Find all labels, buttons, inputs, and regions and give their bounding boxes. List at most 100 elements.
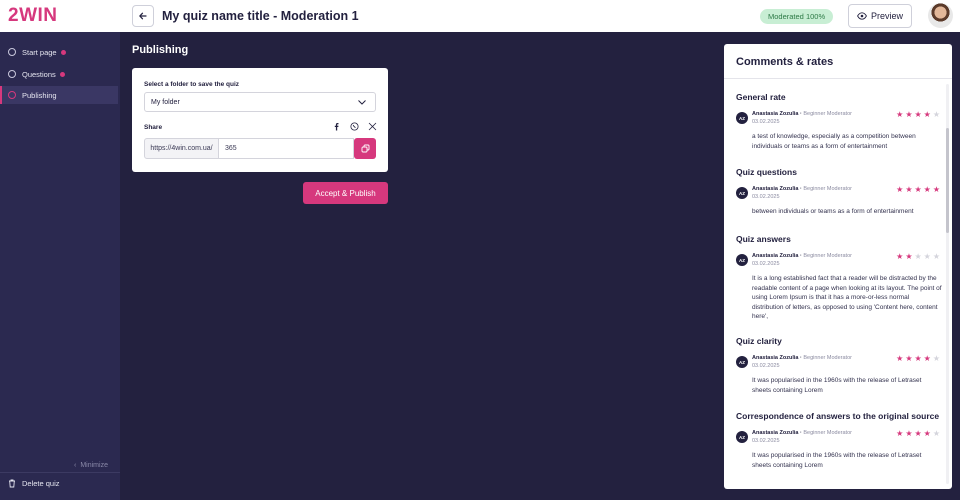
comment-section: Quiz clarity AZ Anastasia Zozulia · Begi… [736,335,942,395]
comment-date: 03.02.2025 [752,119,780,125]
comment-text: It is a long established fact that a rea… [752,275,942,320]
preview-label: Preview [870,11,903,21]
comment-meta: AZ Anastasia Zozulia · Beginner Moderato… [736,355,942,373]
star-empty-icon: ★ [932,252,940,261]
star-filled-icon: ★ [905,354,913,363]
comments-panel: Comments & rates General rate AZ Anastas… [724,44,952,489]
commenter-name: Anastasia Zozulia [752,430,799,436]
star-filled-icon: ★ [914,110,922,119]
publishing-icon [8,91,16,99]
start-page-icon [8,48,16,56]
star-filled-icon: ★ [914,429,922,438]
star-filled-icon: ★ [914,354,922,363]
eye-icon [857,12,867,20]
star-filled-icon: ★ [896,252,904,261]
delete-quiz-button[interactable]: Delete quiz [8,479,60,488]
comment-text: between individuals or teams as a form o… [752,208,914,215]
section-title: Correspondence of answers to the origina… [736,411,940,421]
commenter-role: Beginner Moderator [803,355,852,361]
arrow-left-icon [139,12,147,20]
notification-dot [60,49,66,55]
sidebar-item-label: Start page [22,47,57,57]
preview-button[interactable]: Preview [848,4,912,28]
commenter-role: Beginner Moderator [803,430,852,436]
star-filled-icon: ★ [905,429,913,438]
commenter-name-line: Anastasia Zozulia · Beginner Moderator [752,430,852,436]
star-filled-icon: ★ [905,185,913,194]
section-title: Quiz clarity [736,336,782,346]
copy-link-button[interactable] [354,138,376,159]
sidebar-item-questions[interactable]: Questions [0,65,118,83]
sidebar-item-label: Questions [22,69,56,79]
questions-icon [8,70,16,78]
brand-logo[interactable]: 2WIN [8,5,58,27]
star-empty-icon: ★ [932,110,940,119]
comment-text: a test of knowledge, especially as a com… [752,133,916,150]
publishing-card: Select a folder to save the quiz My fold… [132,68,388,172]
back-button[interactable] [132,5,154,27]
commenter-avatar: AZ [736,356,748,368]
star-filled-icon: ★ [923,110,931,119]
star-filled-icon: ★ [896,185,904,194]
comment-date: 03.02.2025 [752,194,780,200]
trash-icon [9,479,15,488]
comment-section: Quiz questions AZ Anastasia Zozulia · Be… [736,166,942,217]
section-title: General rate [736,92,786,102]
whatsapp-icon[interactable] [350,122,359,131]
share-icons [332,122,377,131]
x-icon[interactable] [368,122,377,131]
minimize-label: Minimize [80,462,108,469]
comment-text: It was popularised in the 1960s with the… [752,377,922,394]
comment-meta: AZ Anastasia Zozulia · Beginner Moderato… [736,253,942,271]
section-heading: Publishing [132,44,189,56]
url-prefix: https://4win.com.ua/ [144,138,219,159]
star-rating: ★ ★ ★ ★ ★ [896,430,940,438]
url-slug-input[interactable]: 365 [219,138,354,159]
sidebar: Start page Questions Publishing ‹ Minimi… [0,32,120,500]
user-avatar[interactable] [928,3,953,28]
comments-panel-title: Comments & rates [736,56,834,68]
facebook-icon[interactable] [332,122,341,131]
minimize-button[interactable]: ‹ Minimize [74,462,108,469]
star-filled-icon: ★ [914,185,922,194]
comment-text: It was popularised in the 1960s with the… [752,452,922,469]
commenter-avatar: AZ [736,254,748,266]
commenter-role: Beginner Moderator [803,253,852,259]
sidebar-item-publishing[interactable]: Publishing [0,86,118,104]
star-filled-icon: ★ [896,110,904,119]
chevron-left-icon: ‹ [74,462,77,469]
star-filled-icon: ★ [896,354,904,363]
commenter-role: Beginner Moderator [803,111,852,117]
star-filled-icon: ★ [896,429,904,438]
commenter-role: Beginner Moderator [803,186,852,192]
commenter-avatar: AZ [736,431,748,443]
star-rating: ★ ★ ★ ★ ★ [896,355,940,363]
panel-divider [724,78,952,79]
scrollbar-thumb[interactable] [946,128,949,233]
star-filled-icon: ★ [932,185,940,194]
folder-label: Select a folder to save the quiz [144,81,239,88]
star-filled-icon: ★ [905,252,913,261]
commenter-name-line: Anastasia Zozulia · Beginner Moderator [752,186,852,192]
comment-meta: AZ Anastasia Zozulia · Beginner Moderato… [736,111,942,129]
chevron-down-icon [358,100,366,105]
comment-section: General rate AZ Anastasia Zozulia · Begi… [736,91,942,151]
comment-date: 03.02.2025 [752,363,780,369]
share-label: Share [144,124,163,131]
comment-meta: AZ Anastasia Zozulia · Beginner Moderato… [736,186,942,204]
commenter-name: Anastasia Zozulia [752,186,799,192]
sidebar-item-start-page[interactable]: Start page [0,43,118,61]
comment-date: 03.02.2025 [752,261,780,267]
star-filled-icon: ★ [923,429,931,438]
commenter-name: Anastasia Zozulia [752,111,799,117]
star-rating: ★ ★ ★ ★ ★ [896,253,940,261]
section-title: Quiz questions [736,167,797,177]
star-rating: ★ ★ ★ ★ ★ [896,186,940,194]
star-empty-icon: ★ [914,252,922,261]
accept-publish-button[interactable]: Accept & Publish [303,182,388,204]
folder-select[interactable]: My folder [144,92,376,112]
delete-quiz-label: Delete quiz [22,479,60,488]
commenter-name: Anastasia Zozulia [752,253,799,259]
commenter-avatar: AZ [736,112,748,124]
section-title: Quiz answers [736,234,791,244]
